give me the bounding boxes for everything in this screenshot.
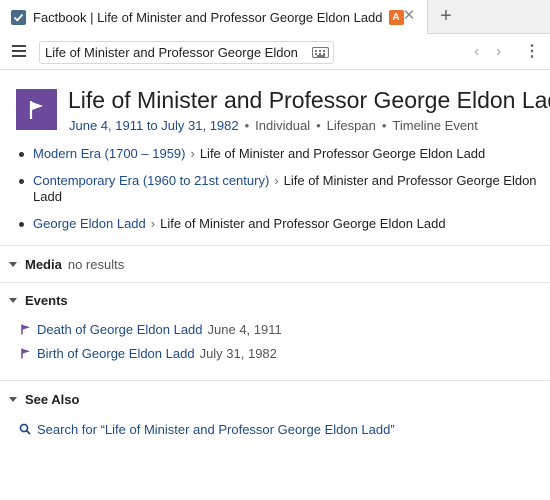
- breadcrumb-text: Life of Minister and Professor George El…: [199, 146, 486, 161]
- factbook-check-icon: [11, 9, 26, 25]
- divider: [0, 245, 550, 246]
- collapse-triangle-icon: [9, 298, 17, 304]
- date-range-link[interactable]: June 4, 1911 to July 31, 1982: [69, 118, 239, 133]
- keyboard-icon[interactable]: [312, 47, 329, 58]
- breadcrumb-list: Modern Era (1700 – 1959) › Life of Ministe…: [19, 146, 539, 243]
- breadcrumb: George Eldon Ladd › Life of Minister and P…: [19, 216, 539, 232]
- search-input-value: Life of Minister and Professor George El…: [45, 45, 298, 60]
- breadcrumb: Modern Era (1700 – 1959) › Life of Ministe…: [19, 146, 539, 162]
- divider: [0, 380, 550, 381]
- collapse-triangle-icon: [9, 397, 17, 403]
- back-button[interactable]: ‹: [474, 43, 479, 61]
- breadcrumb-separator: ›: [150, 216, 156, 231]
- toolbar: Life of Minister and Professor George El…: [0, 35, 550, 70]
- active-tab[interactable]: Factbook | Life of Minister and Professo…: [0, 0, 428, 34]
- collapse-triangle-icon: [9, 262, 17, 268]
- search-for-link[interactable]: Search for “Life of Minister and Profess…: [37, 422, 395, 437]
- breadcrumb-link[interactable]: Modern Era (1700 – 1959): [33, 146, 185, 161]
- close-tab-icon[interactable]: ✕: [401, 8, 417, 24]
- tag-timeline-event: Timeline Event: [392, 118, 478, 133]
- subtitle-line: June 4, 1911 to July 31, 1982 • Individual…: [69, 118, 478, 133]
- breadcrumb-text: Life of Minister and Professor George El…: [160, 216, 446, 231]
- flag-icon: [21, 324, 30, 335]
- event-date: June 4, 1911: [207, 322, 282, 337]
- tag-lifespan: Lifespan: [326, 118, 376, 133]
- tag-individual: Individual: [255, 118, 311, 133]
- page-title: Life of Minister and Professor George El…: [68, 87, 550, 113]
- tab-title: Factbook | Life of Minister and Professo…: [33, 9, 383, 25]
- flag-icon: [21, 348, 30, 359]
- event-link[interactable]: Death of George Eldon Ladd: [37, 322, 203, 337]
- event-item: Death of George Eldon Ladd June 4, 1911: [21, 322, 282, 337]
- event-date: July 31, 1982: [199, 346, 277, 361]
- hamburger-menu-icon[interactable]: [12, 45, 26, 57]
- media-status: no results: [67, 257, 125, 272]
- breadcrumb-link[interactable]: Contemporary Era (1960 to 21st century): [33, 173, 269, 188]
- event-item: Birth of George Eldon Ladd July 31, 1982: [21, 346, 277, 361]
- breadcrumb-link[interactable]: George Eldon Ladd: [33, 216, 146, 231]
- see-also-label: See Also: [25, 392, 80, 407]
- forward-button[interactable]: ›: [496, 43, 501, 61]
- breadcrumb-separator: ›: [274, 173, 279, 188]
- event-link[interactable]: Birth of George Eldon Ladd: [37, 346, 195, 361]
- divider: [0, 282, 550, 283]
- see-also-section-header[interactable]: See Also: [9, 392, 79, 407]
- tab-bar: Factbook | Life of Minister and Professo…: [0, 0, 550, 34]
- see-also-item: Search for “Life of Minister and Profess…: [19, 422, 395, 437]
- media-section-header[interactable]: Media no results: [9, 257, 124, 272]
- search-input[interactable]: Life of Minister and Professor George El…: [39, 41, 334, 64]
- new-tab-button[interactable]: +: [436, 6, 456, 26]
- more-options-icon[interactable]: ⋮: [524, 43, 540, 61]
- media-label: Media: [25, 257, 62, 272]
- events-section-header[interactable]: Events: [9, 293, 68, 308]
- breadcrumb-separator: ›: [190, 146, 195, 161]
- breadcrumb: Contemporary Era (1960 to 21st century) ›…: [19, 173, 539, 205]
- flag-icon: [16, 89, 57, 130]
- search-icon: [19, 423, 31, 435]
- events-label: Events: [25, 293, 68, 308]
